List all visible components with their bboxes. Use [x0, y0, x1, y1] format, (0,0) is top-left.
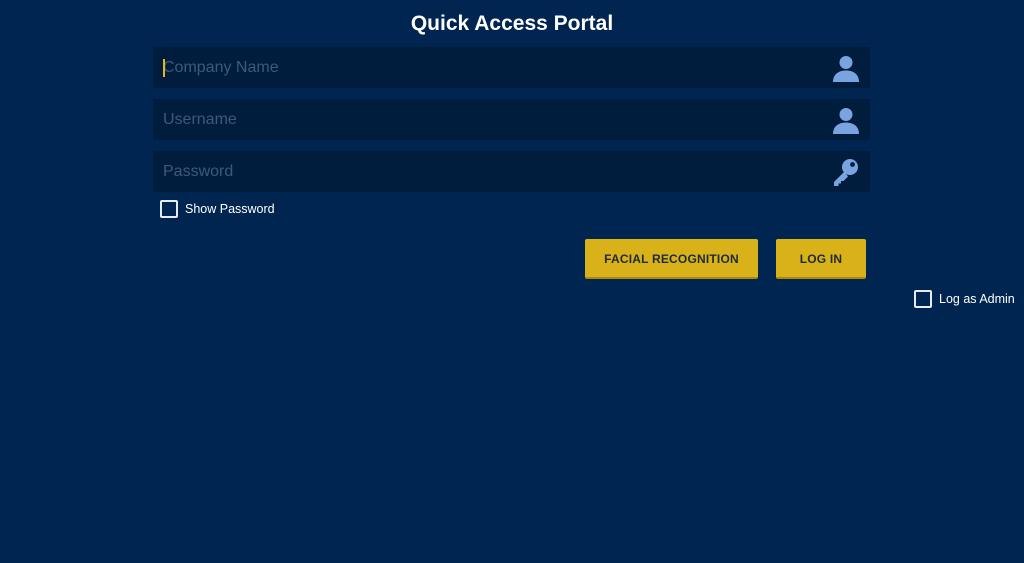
- log-in-button[interactable]: LOG IN: [776, 239, 866, 279]
- text-cursor: [163, 59, 165, 77]
- company-name-input[interactable]: [163, 47, 813, 89]
- show-password-label: Show Password: [185, 202, 275, 216]
- user-icon: [830, 52, 862, 84]
- username-field[interactable]: [153, 99, 870, 141]
- company-name-field[interactable]: [153, 47, 870, 89]
- key-icon: [830, 156, 862, 188]
- page-title: Quick Access Portal: [410, 12, 614, 35]
- log-as-admin-label: Log as Admin: [939, 292, 1015, 306]
- log-as-admin-checkbox[interactable]: [914, 290, 932, 308]
- password-field[interactable]: [153, 151, 870, 193]
- facial-recognition-button[interactable]: FACIAL RECOGNITION: [585, 239, 758, 279]
- show-password-checkbox[interactable]: [160, 200, 178, 218]
- password-input[interactable]: [163, 151, 813, 193]
- username-input[interactable]: [163, 99, 813, 141]
- user-icon: [830, 104, 862, 136]
